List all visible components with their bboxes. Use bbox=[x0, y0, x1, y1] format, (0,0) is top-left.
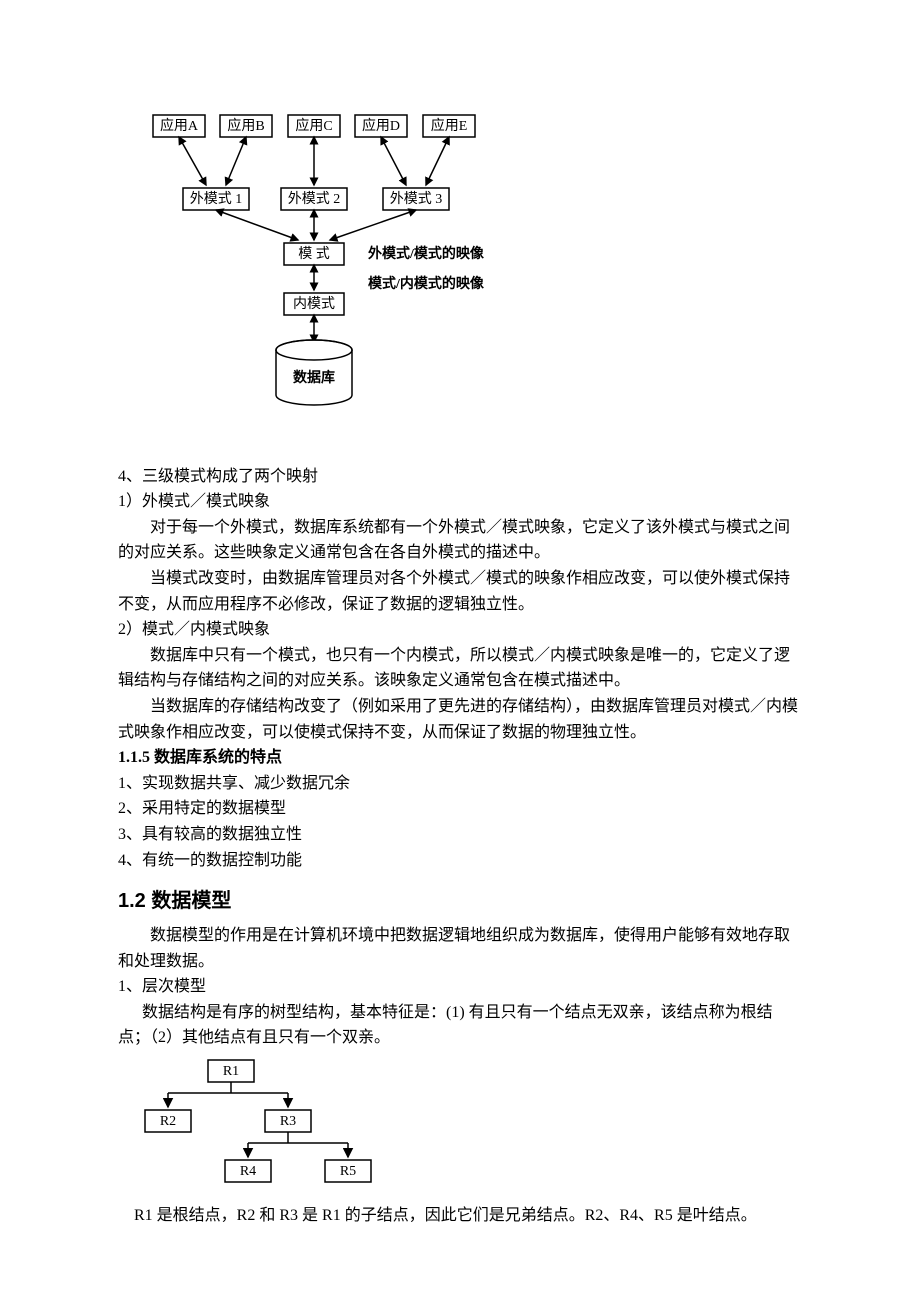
node-r1: R1 bbox=[223, 1064, 239, 1079]
ext-2-label: 外模式 2 bbox=[288, 191, 341, 207]
node-r5: R5 bbox=[340, 1164, 356, 1179]
tree-svg: R1 R2 R3 R4 R5 bbox=[138, 1055, 398, 1190]
para-1: 对于每一个外模式，数据库系统都有一个外模式／模式映象，它定义了该外模式与模式之间… bbox=[118, 515, 802, 566]
para-2: 当模式改变时，由数据库管理员对各个外模式／模式的映象作相应改变，可以使外模式保持… bbox=[118, 566, 802, 617]
schema-label: 模 式 bbox=[298, 246, 330, 262]
note-1: 外模式/模式的映像 bbox=[368, 245, 485, 262]
app-b-label: 应用B bbox=[227, 117, 264, 134]
para-6: 数据结构是有序的树型结构，基本特征是：(1) 有且只有一个结点无双亲，该结点称为… bbox=[118, 1000, 802, 1051]
ext-1-label: 外模式 1 bbox=[190, 191, 243, 207]
tree-diagram: R1 R2 R3 R4 R5 bbox=[138, 1055, 802, 1199]
node-r3: R3 bbox=[280, 1114, 296, 1129]
heading-1-2: 1.2 数据模型 bbox=[118, 885, 802, 917]
feature-2: 2、采用特定的数据模型 bbox=[118, 796, 802, 822]
ext-3-label: 外模式 3 bbox=[390, 191, 443, 207]
feature-1: 1、实现数据共享、减少数据冗余 bbox=[118, 771, 802, 797]
list-item-4: 4、三级模式构成了两个映射 bbox=[118, 464, 802, 490]
sub-2: 2）模式／内模式映象 bbox=[118, 617, 802, 643]
para-4: 当数据库的存储结构改变了（例如采用了更先进的存储结构），由数据库管理员对模式／内… bbox=[118, 694, 802, 745]
tree-caption: R1 是根结点，R2 和 R3 是 R1 的子结点，因此它们是兄弟结点。R2、R… bbox=[118, 1203, 802, 1229]
feature-4: 4、有统一的数据控制功能 bbox=[118, 848, 802, 874]
app-d-label: 应用D bbox=[362, 117, 400, 134]
schema-diagram: 应用A 应用B 应用C 应用D 应用E bbox=[148, 110, 802, 429]
model-1: 1、层次模型 bbox=[118, 974, 802, 1000]
node-r4: R4 bbox=[240, 1164, 256, 1179]
schema-svg: 应用A 应用B 应用C 应用D 应用E bbox=[148, 110, 528, 420]
internal-label: 内模式 bbox=[293, 296, 335, 312]
sub-1: 1）外模式／模式映象 bbox=[118, 489, 802, 515]
para-5: 数据模型的作用是在计算机环境中把数据逻辑地组织成为数据库，使得用户能够有效地存取… bbox=[118, 923, 802, 974]
para-3: 数据库中只有一个模式，也只有一个内模式，所以模式／内模式映象是唯一的，它定义了逻… bbox=[118, 643, 802, 694]
heading-1-1-5: 1.1.5 数据库系统的特点 bbox=[118, 745, 802, 771]
feature-3: 3、具有较高的数据独立性 bbox=[118, 822, 802, 848]
app-row: 应用A 应用B 应用C 应用D 应用E bbox=[153, 115, 475, 137]
note-2: 模式/内模式的映像 bbox=[368, 275, 485, 292]
app-e-label: 应用E bbox=[431, 117, 468, 134]
db-label: 数据库 bbox=[293, 369, 335, 386]
node-r2: R2 bbox=[160, 1114, 176, 1129]
app-c-label: 应用C bbox=[295, 117, 332, 134]
app-a-label: 应用A bbox=[160, 117, 199, 134]
document-page: 应用A 应用B 应用C 应用D 应用E bbox=[0, 0, 920, 1308]
